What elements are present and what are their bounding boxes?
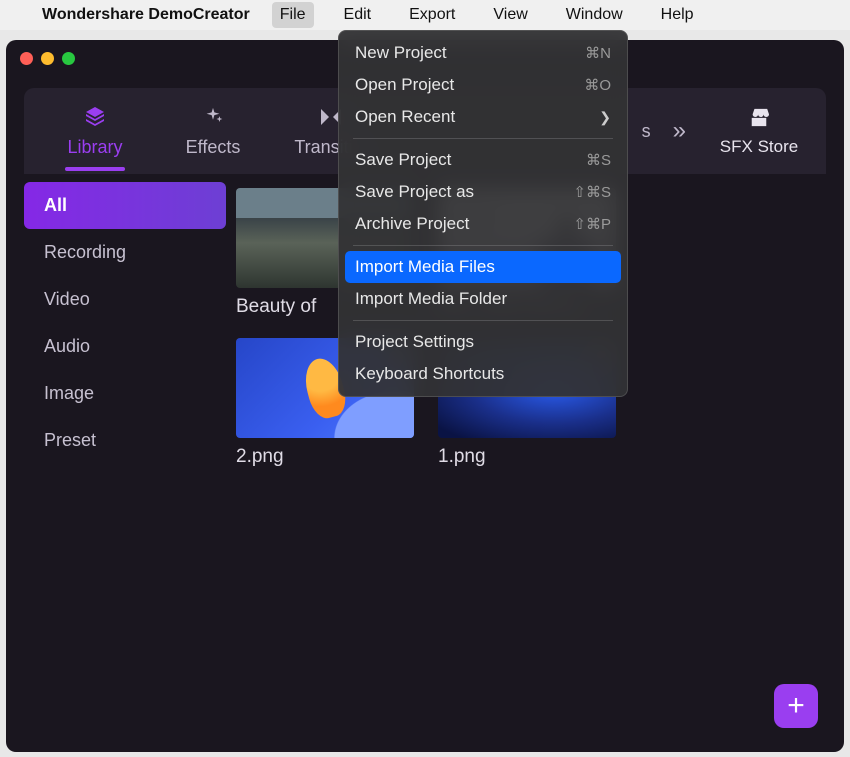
menu-item-label: Import Media Files — [355, 257, 495, 277]
menu-open-recent[interactable]: Open Recent ❯ — [339, 101, 627, 133]
menu-shortcut: ⇧⌘S — [573, 183, 611, 201]
menu-import-media-folder[interactable]: Import Media Folder — [339, 283, 627, 315]
tab-sfx-store[interactable]: SFX Store — [704, 105, 814, 157]
sidebar-item-all[interactable]: All — [24, 182, 226, 229]
menu-shortcut: ⇧⌘P — [573, 215, 611, 233]
macos-menubar: Wondershare DemoCreator File Edit Export… — [0, 0, 850, 30]
menu-export[interactable]: Export — [401, 2, 463, 28]
menu-keyboard-shortcuts[interactable]: Keyboard Shortcuts — [339, 358, 627, 390]
sidebar-item-preset[interactable]: Preset — [24, 417, 226, 464]
menu-view[interactable]: View — [485, 2, 535, 28]
menu-file[interactable]: File — [272, 2, 314, 28]
menu-shortcut: ⌘S — [586, 151, 611, 169]
menu-item-label: Project Settings — [355, 332, 474, 352]
sidebar-item-image[interactable]: Image — [24, 370, 226, 417]
media-label: 1.png — [438, 446, 616, 468]
menu-edit[interactable]: Edit — [336, 2, 380, 28]
menu-save-project[interactable]: Save Project ⌘S — [339, 144, 627, 176]
menu-archive-project[interactable]: Archive Project ⇧⌘P — [339, 208, 627, 240]
menu-import-media-files[interactable]: Import Media Files — [345, 251, 621, 283]
menu-separator — [353, 138, 613, 139]
menu-shortcut: ⌘O — [584, 76, 611, 94]
sidebar-item-recording[interactable]: Recording — [24, 229, 226, 276]
tab-library[interactable]: Library — [36, 105, 154, 158]
sidebar: All Recording Video Audio Image Preset — [24, 174, 226, 752]
menu-item-label: Archive Project — [355, 214, 469, 234]
menu-item-label: Save Project — [355, 150, 451, 170]
tab-more-button[interactable]: » — [655, 117, 704, 145]
media-label: 2.png — [236, 446, 414, 468]
menu-help[interactable]: Help — [653, 2, 702, 28]
add-button[interactable]: + — [774, 684, 818, 728]
tab-overflow-hint: s — [642, 121, 651, 142]
menu-open-project[interactable]: Open Project ⌘O — [339, 69, 627, 101]
chevron-right-icon: ❯ — [599, 109, 611, 126]
menu-window[interactable]: Window — [558, 2, 631, 28]
tab-effects[interactable]: Effects — [154, 105, 272, 158]
plus-icon: + — [787, 689, 805, 723]
menu-item-label: Keyboard Shortcuts — [355, 364, 504, 384]
menu-item-label: Open Project — [355, 75, 454, 95]
menu-separator — [353, 320, 613, 321]
menu-new-project[interactable]: New Project ⌘N — [339, 37, 627, 69]
tab-label: SFX Store — [720, 137, 798, 157]
window-minimize-button[interactable] — [41, 52, 54, 65]
sidebar-item-video[interactable]: Video — [24, 276, 226, 323]
layers-icon — [83, 105, 107, 129]
sparkle-icon — [202, 105, 224, 129]
menu-item-label: Save Project as — [355, 182, 474, 202]
menu-separator — [353, 245, 613, 246]
file-dropdown-menu: New Project ⌘N Open Project ⌘O Open Rece… — [338, 30, 628, 397]
tab-underline — [65, 167, 125, 171]
menu-project-settings[interactable]: Project Settings — [339, 326, 627, 358]
menu-save-project-as[interactable]: Save Project as ⇧⌘S — [339, 176, 627, 208]
tab-label: Effects — [186, 137, 241, 158]
menu-shortcut: ⌘N — [585, 44, 611, 62]
sidebar-item-audio[interactable]: Audio — [24, 323, 226, 370]
menu-item-label: New Project — [355, 43, 447, 63]
store-icon — [748, 105, 770, 129]
menu-item-label: Import Media Folder — [355, 289, 507, 309]
menu-item-label: Open Recent — [355, 107, 455, 127]
window-zoom-button[interactable] — [62, 52, 75, 65]
tab-label: Library — [67, 137, 122, 158]
app-name[interactable]: Wondershare DemoCreator — [42, 6, 250, 24]
window-close-button[interactable] — [20, 52, 33, 65]
